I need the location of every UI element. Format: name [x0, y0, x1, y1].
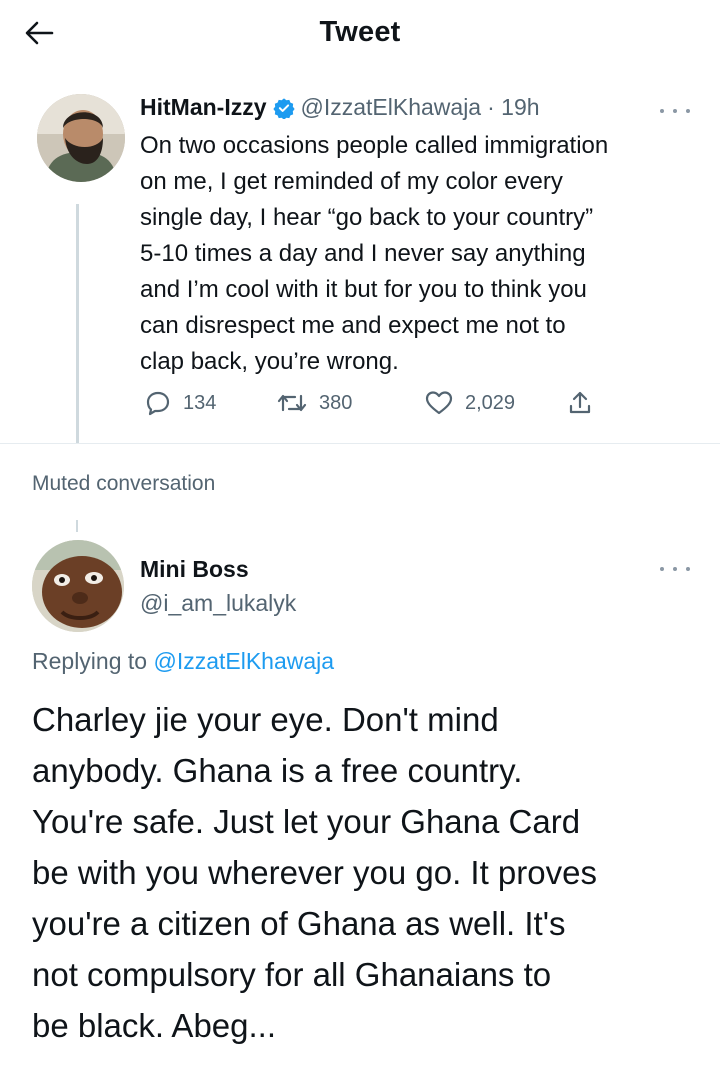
- verified-badge-icon: [272, 97, 295, 119]
- display-name[interactable]: HitMan-Izzy: [140, 94, 267, 121]
- retweet-count: 380: [319, 391, 353, 414]
- reply-button[interactable]: 134: [145, 390, 216, 416]
- dot: [673, 567, 677, 571]
- more-horizontal-icon: [660, 567, 664, 571]
- like-button[interactable]: 2,029: [425, 390, 515, 416]
- dot: [686, 109, 690, 113]
- reply-icon: [146, 391, 170, 416]
- retweet-button[interactable]: 380: [277, 390, 352, 416]
- top-bar: Tweet: [0, 0, 720, 66]
- dot: [673, 109, 677, 113]
- profile-photo: [32, 540, 124, 632]
- like-count: 2,029: [465, 391, 516, 414]
- share-button[interactable]: [567, 390, 593, 416]
- heart-icon: [425, 391, 453, 415]
- handle[interactable]: @IzzatElKhawaja: [301, 94, 482, 121]
- share-icon: [569, 391, 591, 414]
- dot: [686, 567, 690, 571]
- main-tweet[interactable]: HitMan-Izzy @IzzatElKhawaja · 19h On two…: [0, 80, 720, 444]
- tweet-header: HitMan-Izzy @IzzatElKhawaja · 19h: [140, 94, 540, 121]
- more-options-button[interactable]: [660, 560, 690, 578]
- divider: [0, 443, 720, 444]
- reply-count: 134: [183, 391, 217, 414]
- replying-to: Replying to @IzzatElKhawaja: [32, 648, 334, 675]
- thread-line: [76, 204, 79, 444]
- avatar[interactable]: [37, 94, 125, 182]
- retweet-icon: [277, 394, 307, 412]
- display-name[interactable]: Mini Boss: [140, 556, 249, 583]
- avatar[interactable]: [32, 540, 124, 632]
- more-options-button[interactable]: [660, 102, 690, 120]
- replying-to-handle-link[interactable]: @IzzatElKhawaja: [153, 648, 334, 674]
- reply-text: Charley jie your eye. Don't mind anybody…: [32, 701, 597, 1044]
- muted-conversation-label[interactable]: Muted conversation: [32, 472, 215, 496]
- timestamp[interactable]: · 19h: [487, 94, 539, 121]
- page-title: Tweet: [319, 16, 401, 48]
- more-horizontal-icon: [660, 109, 664, 113]
- tweet-text: On two occasions people called immigrati…: [140, 132, 609, 375]
- tweet-actions: 134 380 2,029: [145, 390, 605, 420]
- replying-prefix: Replying to: [32, 648, 154, 674]
- handle[interactable]: @i_am_lukalyk: [140, 590, 296, 617]
- reply-tweet[interactable]: Mini Boss @i_am_lukalyk Replying to @Izz…: [0, 530, 720, 1069]
- profile-photo: [37, 94, 125, 182]
